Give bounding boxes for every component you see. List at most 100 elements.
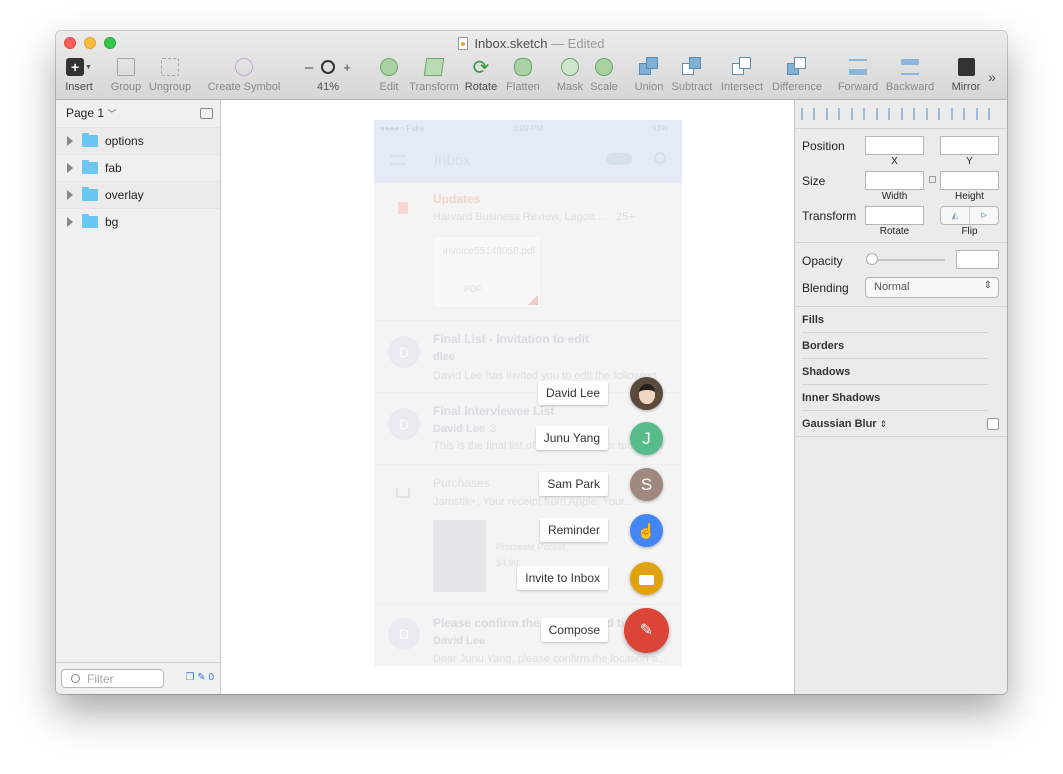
create-symbol-label: Create Symbol: [207, 81, 281, 93]
option-label-compose[interactable]: Compose: [540, 618, 608, 642]
zoom-out-button[interactable]: –: [305, 59, 313, 76]
artboard-inbox[interactable]: ●●●●○ Fake 3:09 PM 93% Inbox Updates Harva…: [374, 120, 682, 666]
divider: [795, 306, 1007, 307]
collapse-pages-icon[interactable]: [200, 108, 213, 119]
disclosure-triangle-icon[interactable]: [67, 217, 73, 227]
create-symbol-button[interactable]: Create Symbol: [206, 55, 282, 93]
divider: [795, 242, 1007, 243]
option-label-reminder[interactable]: Reminder: [539, 518, 608, 542]
mirror-button[interactable]: Mirror: [948, 55, 984, 93]
slice-filter-icons[interactable]: ❐ ✎ 0: [186, 672, 214, 683]
zoom-in-button[interactable]: +: [343, 60, 351, 75]
align-center-icon[interactable]: [876, 108, 890, 120]
rotate-icon: ⟳: [472, 56, 490, 79]
option-label-david-lee[interactable]: David Lee: [537, 381, 608, 405]
edit-label: Edit: [379, 81, 399, 93]
document-filename: Inbox.sketch: [474, 36, 548, 51]
filter-input[interactable]: Filter: [61, 669, 164, 688]
flip-horizontal-icon[interactable]: ◭: [941, 207, 970, 224]
forward-button[interactable]: Forward: [836, 55, 880, 93]
blending-select[interactable]: Normal ⇕: [865, 277, 999, 298]
flip-vertical-icon[interactable]: ⊳: [970, 207, 998, 224]
distribute-vertical-icon[interactable]: [826, 108, 840, 120]
intersect-button[interactable]: Intersect: [718, 55, 766, 93]
forward-icon: [849, 59, 867, 75]
transform-button[interactable]: Transform: [408, 55, 460, 93]
subtract-button[interactable]: Subtract: [670, 55, 714, 93]
invite-button[interactable]: [630, 562, 663, 595]
more-toolbar-button[interactable]: »: [984, 69, 1000, 85]
layer-options[interactable]: options: [56, 127, 220, 154]
union-button[interactable]: Union: [632, 55, 666, 93]
difference-button[interactable]: Difference: [770, 55, 824, 93]
align-right-icon[interactable]: [901, 108, 915, 120]
folder-icon: [82, 160, 98, 174]
scale-button[interactable]: Scale: [588, 55, 620, 93]
align-left-icon[interactable]: [851, 108, 865, 120]
subtract-icon: [682, 57, 702, 77]
title-toolbar: Inbox.sketch — Edited + ▼ Insert Group Un…: [56, 31, 1007, 100]
ungroup-button[interactable]: Ungroup: [148, 55, 192, 93]
mask-button[interactable]: Mask: [554, 55, 586, 93]
layer-fab[interactable]: fab: [56, 154, 220, 181]
borders-section[interactable]: Borders: [802, 340, 844, 352]
group-button[interactable]: Group: [108, 55, 144, 93]
flatten-button[interactable]: Flatten: [503, 55, 543, 93]
slice-filter-icon[interactable]: ✎: [197, 672, 205, 683]
opacity-label: Opacity: [802, 254, 843, 268]
rotate-field[interactable]: [865, 206, 924, 225]
page-name: Page 1: [66, 106, 105, 120]
align-top-icon[interactable]: [926, 108, 940, 120]
alignment-toolbar: [795, 100, 1007, 129]
compose-fab[interactable]: ✎: [624, 608, 669, 653]
junu-yang-avatar[interactable]: J: [630, 422, 663, 455]
backward-button[interactable]: Backward: [884, 55, 936, 93]
opacity-slider-track[interactable]: [869, 259, 945, 261]
canvas[interactable]: ●●●●○ Fake 3:09 PM 93% Inbox Updates Harva…: [221, 100, 794, 694]
disclosure-triangle-icon[interactable]: [67, 136, 73, 146]
sam-park-avatar[interactable]: S: [630, 468, 663, 501]
disclosure-triangle-icon[interactable]: [67, 190, 73, 200]
width-field[interactable]: [865, 171, 924, 190]
forward-label: Forward: [837, 81, 879, 93]
shadows-section[interactable]: Shadows: [802, 366, 850, 378]
opacity-slider-knob[interactable]: [866, 253, 878, 265]
sketch-window: Inbox.sketch — Edited + ▼ Insert Group Un…: [56, 31, 1007, 694]
y-label: Y: [966, 156, 973, 167]
disclosure-triangle-icon[interactable]: [67, 163, 73, 173]
rotate-button[interactable]: ⟳ Rotate: [463, 55, 499, 94]
option-label-invite[interactable]: Invite to Inbox: [517, 566, 608, 590]
layer-name: fab: [105, 161, 122, 175]
layer-name: options: [105, 134, 144, 148]
subtract-label: Subtract: [671, 81, 713, 93]
fills-section[interactable]: Fills: [802, 314, 824, 326]
page-selector[interactable]: Page 1 ﹀: [56, 100, 220, 127]
gaussian-blur-section[interactable]: Gaussian Blur ⇕: [802, 418, 887, 430]
edit-button[interactable]: Edit: [374, 55, 404, 93]
david-lee-avatar[interactable]: [630, 377, 663, 410]
chevron-down-icon: ﹀: [107, 109, 117, 119]
opacity-field[interactable]: [956, 250, 999, 269]
position-y-field[interactable]: [940, 136, 999, 155]
gaussian-blur-checkbox[interactable]: [987, 418, 999, 430]
scale-icon: [595, 58, 613, 76]
layer-overlay[interactable]: overlay: [56, 181, 220, 208]
reminder-button[interactable]: ☝: [630, 514, 663, 547]
align-bottom-icon[interactable]: [976, 108, 990, 120]
distribute-horizontal-icon[interactable]: [801, 108, 815, 120]
symbols-filter-icon[interactable]: ❐: [186, 672, 195, 683]
layers-panel: Page 1 ﹀ options fab overlay bg Filter ❐…: [56, 100, 221, 694]
height-field[interactable]: [940, 171, 999, 190]
inner-shadows-section[interactable]: Inner Shadows: [802, 392, 880, 404]
option-label-junu-yang[interactable]: Junu Yang: [535, 426, 608, 450]
insert-button[interactable]: + ▼ Insert: [64, 55, 94, 93]
face-icon: [639, 384, 655, 404]
intersect-icon: [732, 57, 752, 77]
layer-bg[interactable]: bg: [56, 208, 220, 235]
align-middle-icon[interactable]: [951, 108, 965, 120]
lock-icon[interactable]: [929, 176, 936, 183]
edited-status: — Edited: [551, 36, 605, 51]
position-x-field[interactable]: [865, 136, 924, 155]
option-label-sam-park[interactable]: Sam Park: [539, 472, 608, 496]
divider: [802, 410, 988, 411]
